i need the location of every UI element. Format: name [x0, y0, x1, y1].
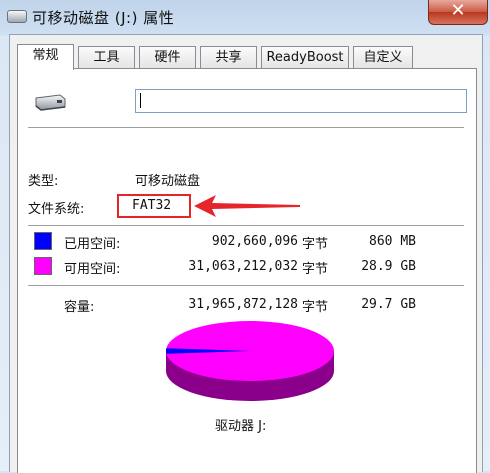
tab-hardware[interactable]: 硬件 [139, 46, 196, 69]
tab-readyboost[interactable]: ReadyBoost [261, 46, 349, 69]
filesystem-value: FAT32 [132, 198, 172, 213]
free-space-bytes: 31,063,212,032 [188, 259, 298, 274]
red-arrow-annotation [194, 195, 300, 217]
free-space-unit: 字节 [302, 262, 329, 277]
close-button[interactable]: ✕ [428, 0, 488, 25]
title-bar[interactable]: 可移动磁盘 (J:) 属性 ✕ [0, 0, 490, 36]
dialog-client-area: 常规 工具 硬件 共享 ReadyBoost 自定义 类型: 可移动磁盘 文件系… [9, 34, 483, 473]
type-label: 类型: [28, 174, 59, 189]
general-tab-panel: 类型: 可移动磁盘 文件系统: FAT32 已用空间: 902,660,096 … [17, 68, 477, 473]
free-space-label: 可用空间: [64, 262, 121, 277]
volume-name-input[interactable] [135, 89, 467, 113]
used-space-size: 860 MB [369, 234, 416, 249]
removable-drive-icon [7, 10, 27, 23]
tab-customize[interactable]: 自定义 [353, 46, 413, 69]
capacity-size: 29.7 GB [361, 297, 416, 312]
used-space-label: 已用空间: [64, 237, 121, 252]
free-space-size: 28.9 GB [361, 259, 416, 274]
capacity-label: 容量: [64, 300, 95, 315]
separator [28, 285, 464, 286]
type-value: 可移动磁盘 [135, 174, 201, 189]
used-space-bytes: 902,660,096 [211, 234, 298, 249]
tab-sharing[interactable]: 共享 [200, 46, 257, 69]
used-space-unit: 字节 [302, 237, 329, 252]
separator [28, 127, 464, 128]
disk-usage-pie-chart [165, 321, 334, 401]
tab-tools[interactable]: 工具 [78, 46, 135, 69]
free-space-swatch [34, 257, 52, 275]
properties-window: 可移动磁盘 (J:) 属性 ✕ 常规 工具 硬件 共享 ReadyBoost 自… [0, 0, 490, 473]
window-title: 可移动磁盘 (J:) 属性 [32, 9, 175, 27]
usb-drive-icon [35, 94, 66, 111]
tab-general[interactable]: 常规 [17, 44, 74, 70]
capacity-bytes: 31,965,872,128 [188, 297, 298, 312]
drive-label: 驱动器 J: [215, 419, 267, 434]
filesystem-label: 文件系统: [28, 202, 85, 217]
separator [28, 225, 464, 226]
used-space-swatch [34, 232, 52, 250]
text-caret [140, 93, 141, 108]
